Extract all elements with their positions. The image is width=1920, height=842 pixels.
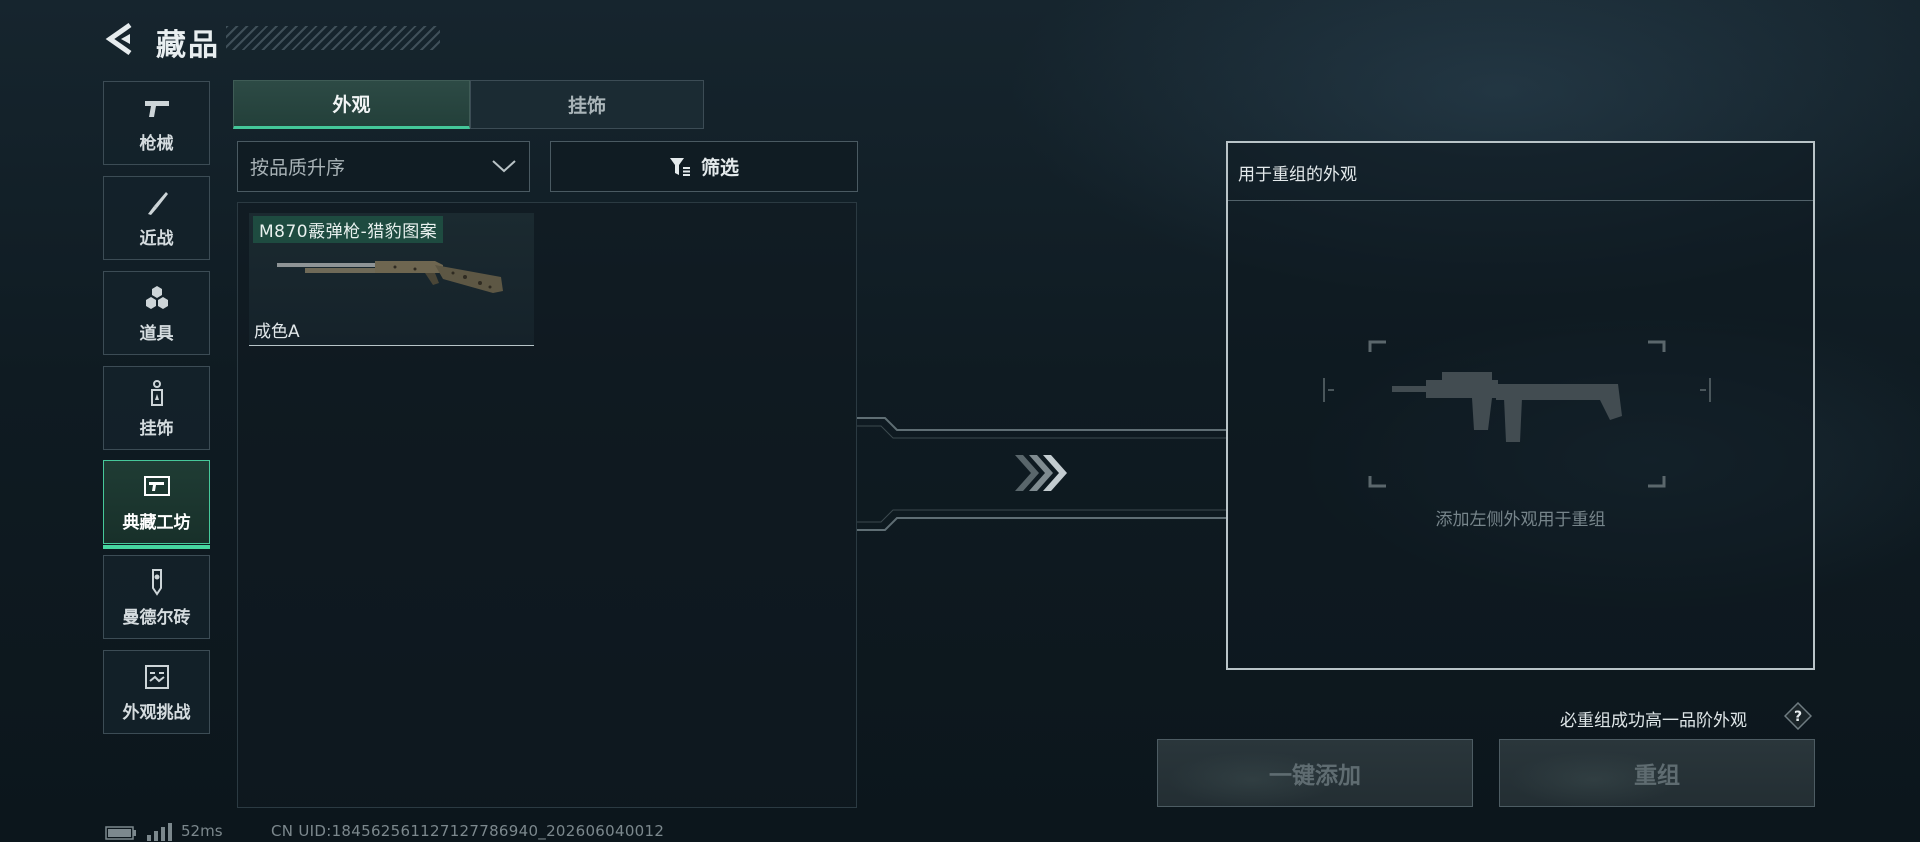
ping-latency: 52ms	[181, 822, 223, 840]
skin-item-name: M870霰弹枪-猎豹图案	[253, 216, 444, 243]
guarantee-text: 必重组成功高一品阶外观	[1560, 711, 1747, 731]
battery-icon	[105, 826, 136, 840]
sidebar-item-mandel-brick[interactable]: 曼德尔砖	[103, 555, 210, 639]
sidebar-item-workshop[interactable]: 典藏工坊	[103, 460, 210, 549]
reform-placeholder-text: 添加左侧外观用于重组	[1435, 510, 1606, 530]
one-click-add-button[interactable]: 一键添加	[1157, 739, 1473, 807]
sidebar-item-charms[interactable]: 挂饰	[103, 366, 210, 450]
filter-button-label: 筛选	[700, 157, 739, 179]
back-arrow-icon[interactable]	[104, 22, 134, 56]
sidebar-item-melee[interactable]: 近战	[103, 176, 210, 260]
sidebar-item-firearms[interactable]: 枪械	[103, 81, 210, 165]
rifle-silhouette-icon	[1392, 372, 1622, 442]
sidebar-item-label: 道具	[139, 323, 174, 344]
help-question-icon[interactable]: ?	[1784, 702, 1812, 730]
reform-panel-title: 用于重组的外观	[1238, 165, 1357, 185]
mandel-brick-icon	[151, 568, 162, 596]
workshop-gun-icon	[143, 475, 170, 496]
sidebar-item-label: 曼德尔砖	[122, 607, 191, 628]
reform-button-label: 重组	[1634, 763, 1680, 789]
sidebar-item-label: 枪械	[139, 133, 174, 154]
rifle-placeholder-slot[interactable]	[1322, 338, 1712, 490]
charm-tag-icon	[150, 379, 163, 406]
sidebar-item-label: 外观挑战	[122, 702, 191, 723]
pistol-icon	[144, 100, 169, 117]
tab-charm[interactable]: 挂饰	[470, 80, 704, 129]
one-click-add-label: 一键添加	[1269, 763, 1361, 789]
reform-button[interactable]: 重组	[1499, 739, 1815, 807]
sort-dropdown-value: 按品质升序	[250, 157, 346, 179]
grenade-cluster-icon	[145, 285, 168, 309]
skin-item-grade: 成色A	[254, 322, 300, 342]
shotgun-skin-image	[277, 261, 503, 293]
title-hatch-decoration	[226, 26, 440, 50]
sidebar-item-items[interactable]: 道具	[103, 271, 210, 355]
page-title: 藏品	[156, 28, 220, 63]
sort-dropdown[interactable]: 按品质升序	[237, 141, 530, 192]
triple-chevron-right-icon	[1015, 455, 1067, 491]
knife-icon	[147, 191, 168, 215]
sidebar-item-label: 近战	[139, 228, 174, 249]
filter-funnel-icon	[669, 157, 690, 176]
filter-button[interactable]: 筛选	[550, 141, 858, 192]
help-question-mark: ?	[1794, 709, 1802, 725]
sidebar-item-label: 典藏工坊	[122, 512, 191, 533]
tab-appearance[interactable]: 外观	[233, 80, 470, 129]
player-uid: CN UID:1845625611271277869​40_2026060400…	[271, 822, 665, 840]
sidebar-item-label: 挂饰	[139, 418, 174, 439]
chevron-down-icon	[492, 160, 516, 173]
sidebar-item-appearance-challenge[interactable]: 外观挑战	[103, 650, 210, 734]
signal-strength-icon	[147, 823, 172, 841]
challenge-icon	[144, 664, 169, 689]
